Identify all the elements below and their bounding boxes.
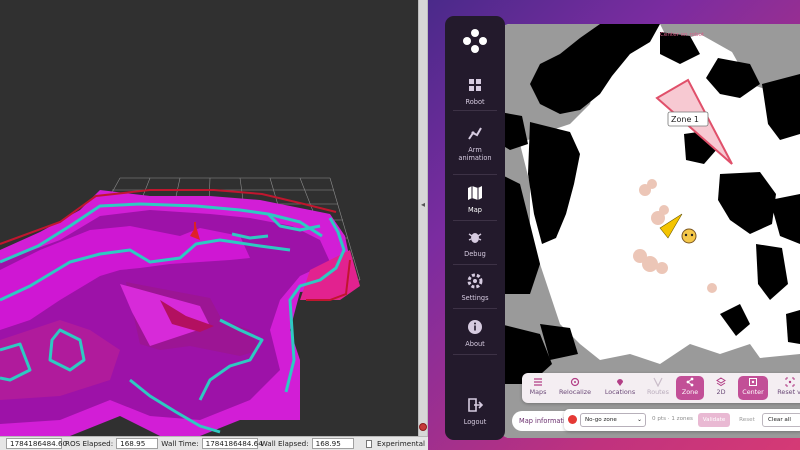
nav-divider — [453, 220, 497, 221]
reset-icon — [785, 377, 795, 387]
center-on-robot-link[interactable]: Center on robot — [660, 32, 704, 38]
wall-elapsed-label: Wall Elapsed: — [260, 439, 309, 448]
sidebar-item-logout[interactable]: Logout — [445, 396, 505, 426]
ros-elapsed-label: ROS Elapsed: — [65, 439, 114, 448]
wall-time-label: Wall Time: — [161, 439, 199, 448]
toolbar-routes-button[interactable]: Routes — [642, 376, 674, 400]
close-icon[interactable] — [419, 423, 427, 431]
reset-button[interactable]: Reset — [736, 413, 758, 427]
map-icon — [468, 186, 482, 200]
sidebar-item-label: Settings — [461, 294, 489, 302]
gear-icon — [467, 273, 483, 289]
puzzle-icon — [469, 79, 481, 91]
rviz-3d-view[interactable] — [0, 0, 418, 436]
route-icon — [653, 377, 663, 387]
toolbar-2d-button[interactable]: 2D — [708, 376, 734, 400]
clear-all-button[interactable]: Clear all — [762, 413, 800, 427]
zone-editor-bar: No-go zone ⌄ 0 pts · 1 zones Validate Re… — [564, 409, 800, 431]
layers-icon — [716, 377, 726, 387]
sidebar-item-arm-animation[interactable]: Arm animation — [445, 124, 505, 162]
sidebar-item-label: Debug — [464, 250, 486, 258]
zone-type-value: No-go zone — [585, 417, 617, 423]
toolbar-label: Reset vi — [777, 388, 800, 396]
toolbar-label: Maps — [529, 388, 547, 396]
list-icon — [534, 378, 542, 386]
pin-icon — [617, 379, 623, 386]
splitter-grip-icon[interactable]: ◂ — [421, 200, 425, 209]
nav-divider — [453, 354, 497, 355]
toolbar-label: Relocalize — [558, 388, 592, 396]
toolbar-label: 2D — [716, 388, 726, 396]
sidebar-item-label: Arm animation — [458, 146, 492, 162]
logout-icon — [468, 398, 484, 412]
bug-icon — [468, 233, 482, 243]
experimental-label: Experimental — [377, 439, 425, 448]
toolbar-reset-view-button[interactable]: Reset vi — [772, 376, 800, 400]
map-toolbar: Maps Relocalize Locations Routes Zone 2D — [522, 373, 800, 403]
pane-splitter[interactable]: ◂ — [418, 0, 428, 436]
toolbar-label: Locations — [604, 388, 636, 396]
sidebar-item-map[interactable]: Map — [445, 184, 505, 214]
sidebar-item-label: Map — [468, 206, 482, 214]
record-dot-icon — [568, 415, 577, 424]
toolbar-center-button[interactable]: Center — [738, 376, 768, 400]
zone-label: Zone 1 — [671, 115, 699, 124]
crosshair-icon — [749, 378, 757, 386]
sidebar-item-robot[interactable]: Robot — [445, 76, 505, 106]
ros-time-field[interactable]: 1784186484.60 — [6, 438, 67, 449]
wall-time-field[interactable]: 1784186484.64 — [201, 438, 263, 449]
logo-icon — [463, 29, 487, 53]
robot-axis — [194, 222, 196, 234]
validate-button[interactable]: Validate — [698, 413, 730, 427]
time-panel: 1784186484.60 ROS Elapsed: 168.95 Wall T… — [0, 436, 428, 450]
ros-elapsed-field[interactable]: 168.95 — [116, 438, 159, 449]
zone-count-text: 0 pts · 1 zones — [652, 416, 693, 422]
experimental-checkbox[interactable] — [365, 439, 373, 448]
robot-app: Center on robot Zone 1 Robot Arm animati… — [428, 0, 800, 450]
sidebar-item-label: Logout — [463, 418, 487, 426]
robot-avatar-icon — [681, 228, 697, 244]
toolbar-label: Routes — [647, 388, 669, 396]
sidebar-item-label: Robot — [465, 98, 485, 106]
nav-divider — [453, 308, 497, 309]
screen: ◂ 1784186484.60 ROS Elapsed: 168.95 Wall… — [0, 0, 800, 450]
zone-type-select[interactable]: No-go zone ⌄ — [580, 413, 646, 427]
sidebar-item-debug[interactable]: Debug — [445, 228, 505, 258]
toolbar-maps-button[interactable]: Maps — [524, 376, 552, 400]
toolbar-label: Zone — [681, 388, 699, 396]
nav-divider — [453, 110, 497, 111]
sidebar-item-settings[interactable]: Settings — [445, 272, 505, 302]
toolbar-label: Center — [742, 388, 764, 396]
wall-elapsed-field[interactable]: 168.95 — [311, 438, 354, 449]
share-icon — [686, 377, 694, 387]
toolbar-relocalize-button[interactable]: Relocalize — [554, 376, 596, 400]
toolbar-zone-button[interactable]: Zone — [676, 376, 704, 400]
info-icon — [468, 320, 482, 334]
nav-divider — [453, 174, 497, 175]
sidebar-item-label: About — [465, 340, 485, 348]
sidebar-item-about[interactable]: About — [445, 318, 505, 348]
nav-divider — [453, 264, 497, 265]
target-icon — [570, 377, 580, 387]
arm-icon — [468, 127, 482, 140]
chevron-down-icon: ⌄ — [636, 416, 642, 423]
map-info-bar: Map informati No-go zone ⌄ 0 pts · 1 zon… — [512, 409, 800, 433]
sidebar: Robot Arm animation Map Debug Settings A… — [445, 16, 505, 440]
toolbar-locations-button[interactable]: Locations — [600, 376, 640, 400]
